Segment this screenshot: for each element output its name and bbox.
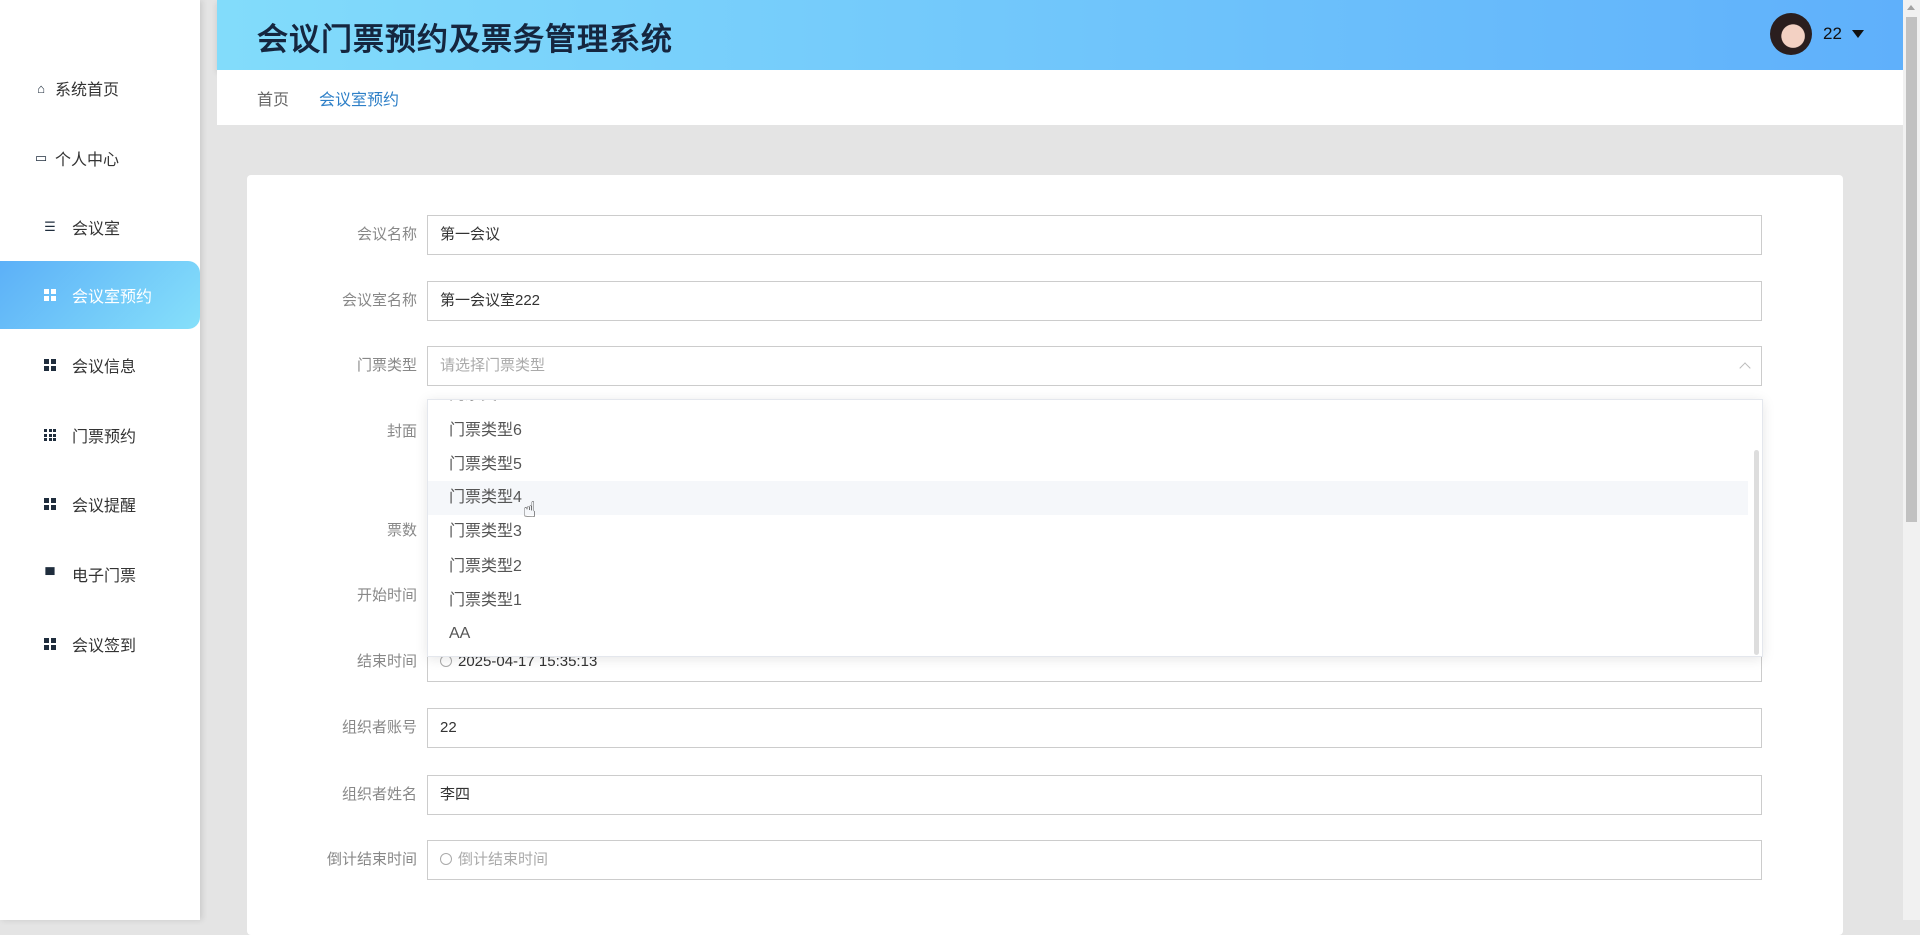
sidebar-item-label: 会议室预约: [72, 289, 153, 306]
select-placeholder: 请选择门票类型: [440, 357, 546, 374]
dropdown-option[interactable]: 门票类型1: [428, 584, 1748, 618]
dropdown-option[interactable]: 门票类型6: [428, 414, 1748, 448]
sidebar-item-meeting-room[interactable]: ☰ 会议室: [0, 193, 200, 261]
sidebar-item-label: 系统首页: [55, 82, 120, 99]
organizer-name-input[interactable]: 李四: [427, 775, 1762, 815]
input-placeholder: 倒计结束时间: [458, 851, 549, 868]
form-row-countdown: 倒计结束时间 倒计结束时间: [247, 840, 1843, 880]
sidebar-item-home[interactable]: ⌂ 系统首页: [0, 54, 200, 122]
chevron-up-icon: [1739, 362, 1751, 374]
dropdown-scrollbar[interactable]: [1754, 450, 1759, 655]
header: 会议门票预约及票务管理系统 22: [217, 0, 1903, 70]
field-label: 倒计结束时间: [326, 851, 417, 868]
meeting-name-input[interactable]: 第一会议: [427, 215, 1762, 255]
home-icon: ⌂: [37, 80, 45, 96]
grid9-icon: [42, 427, 58, 443]
sidebar-item-label: 会议信息: [72, 359, 137, 376]
form-row-meeting-name: 会议名称 第一会议: [247, 215, 1843, 255]
sidebar: ⌂ 系统首页 ▭ 个人中心 ☰ 会议室 会议室预约 会议信息 门票预约 会议提醒 ▀ 电…: [0, 0, 200, 920]
field-label: 会议名称: [356, 226, 417, 243]
wallet-icon: ▭: [34, 150, 48, 165]
caret-down-icon[interactable]: [1852, 30, 1864, 38]
sidebar-item-label: 会议签到: [72, 638, 137, 655]
scrollbar-thumb[interactable]: [1906, 17, 1917, 522]
sidebar-item-meeting-info[interactable]: 会议信息: [0, 331, 200, 399]
avatar[interactable]: [1770, 13, 1812, 55]
sidebar-item-label: 电子门票: [72, 568, 137, 585]
form-row-room-name: 会议室名称 第一会议室222: [247, 281, 1843, 321]
sidebar-item-label: 门票预约: [72, 429, 137, 446]
dropdown-option[interactable]: 门票类型2: [428, 550, 1748, 584]
ticket-type-dropdown: 门票类型7 门票类型6 门票类型5 门票类型4 门票类型3 门票类型2 门票类型…: [427, 399, 1763, 657]
form-row-ticket-type: 门票类型 请选择门票类型: [247, 346, 1843, 386]
clock-icon: [440, 853, 452, 865]
dropdown-option[interactable]: 门票类型5: [428, 448, 1748, 482]
sidebar-item-label: 个人中心: [55, 152, 120, 169]
form-row-organizer-name: 组织者姓名 李四: [247, 775, 1843, 815]
field-label: 票数: [386, 522, 417, 539]
organizer-account-input[interactable]: 22: [427, 708, 1762, 748]
user-name[interactable]: 22: [1823, 24, 1842, 44]
sidebar-item-reminder[interactable]: 会议提醒: [0, 470, 200, 538]
hand-cursor-icon: ☝: [523, 497, 537, 522]
app-title: 会议门票预约及票务管理系统: [257, 22, 673, 57]
dropdown-option[interactable]: 门票类型7: [428, 400, 1748, 412]
field-label: 开始时间: [356, 587, 417, 604]
sidebar-item-checkin[interactable]: 会议签到: [0, 610, 200, 678]
form-row-organizer-account: 组织者账号 22: [247, 708, 1843, 748]
grid-icon: [42, 357, 58, 373]
breadcrumb-home[interactable]: 首页: [257, 86, 289, 110]
field-label: 会议室名称: [341, 292, 417, 309]
field-label: 封面: [386, 423, 417, 440]
sidebar-item-label: 会议提醒: [72, 498, 137, 515]
grid-icon: [42, 287, 58, 303]
sidebar-item-room-booking[interactable]: 会议室预约: [0, 261, 200, 329]
printer-icon: ▀: [45, 566, 55, 582]
ticket-type-select[interactable]: 请选择门票类型: [427, 346, 1762, 386]
field-label: 组织者姓名: [341, 786, 417, 803]
breadcrumb-current: 会议室预约: [319, 91, 400, 109]
sidebar-item-ticket-booking[interactable]: 门票预约: [0, 401, 200, 469]
grid-icon: [42, 496, 58, 512]
page-scrollbar[interactable]: [1903, 0, 1920, 920]
field-label: 结束时间: [356, 653, 417, 670]
sidebar-item-profile[interactable]: ▭ 个人中心: [0, 124, 200, 192]
scroll-up-icon[interactable]: [1907, 5, 1915, 10]
dropdown-option[interactable]: 门票类型3: [428, 515, 1748, 549]
list-icon: ☰: [44, 219, 56, 234]
room-name-input[interactable]: 第一会议室222: [427, 281, 1762, 321]
sidebar-item-label: 会议室: [72, 221, 121, 238]
grid-icon: [42, 636, 58, 652]
field-label: 门票类型: [356, 357, 417, 374]
breadcrumb: 首页 会议室预约: [217, 70, 1903, 125]
dropdown-option[interactable]: AA: [428, 617, 1748, 651]
sidebar-item-e-ticket[interactable]: ▀ 电子门票: [0, 540, 200, 608]
field-label: 组织者账号: [341, 719, 417, 736]
countdown-end-input[interactable]: 倒计结束时间: [427, 840, 1762, 880]
dropdown-option-hovered[interactable]: 门票类型4: [428, 481, 1748, 515]
